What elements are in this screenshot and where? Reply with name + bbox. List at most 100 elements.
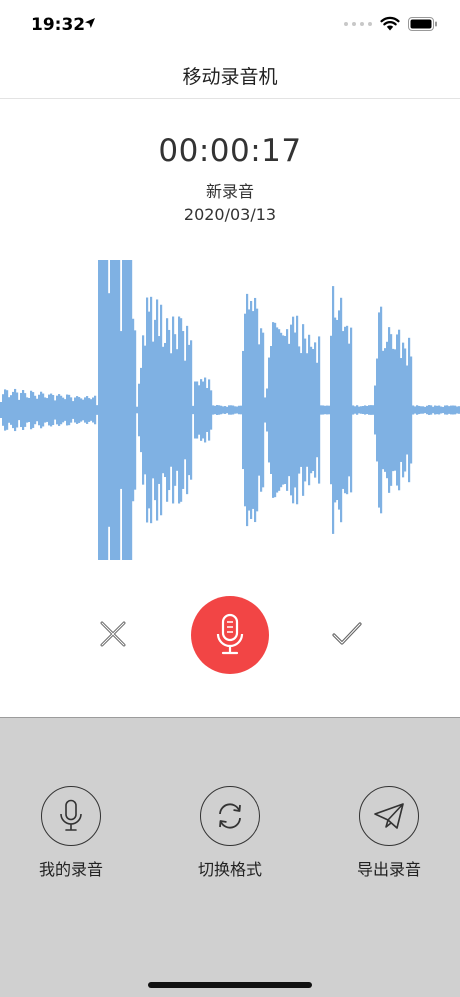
waveform-bar xyxy=(156,299,159,521)
waveform-bar xyxy=(188,344,191,476)
waveform-bar xyxy=(328,405,331,415)
waveform-bar xyxy=(164,342,167,478)
confirm-button[interactable] xyxy=(331,619,363,649)
switch-format-circle xyxy=(200,786,260,846)
switch-format-label: 切换格式 xyxy=(197,860,262,879)
waveform-bar xyxy=(366,405,369,415)
waveform-bar xyxy=(370,405,373,415)
waveform-bar xyxy=(400,358,403,462)
waveform-bar xyxy=(434,405,437,415)
waveform-bar xyxy=(170,353,173,467)
waveform-bar xyxy=(386,341,389,479)
waveform-bar xyxy=(334,317,337,503)
waveform-bar xyxy=(236,406,239,414)
waveform-bar xyxy=(364,405,367,415)
location-arrow-icon xyxy=(85,18,95,28)
close-x-icon xyxy=(100,621,126,647)
discard-button[interactable] xyxy=(98,619,128,649)
waveform-bar xyxy=(54,400,57,420)
waveform-bar xyxy=(198,385,201,435)
waveform-bar xyxy=(360,406,363,414)
switch-format-button[interactable]: 切换格式 xyxy=(175,786,285,880)
waveform-bar xyxy=(6,390,9,430)
waveform-bar xyxy=(92,397,95,423)
waveform-bar xyxy=(350,327,353,493)
cellular-signal-icon xyxy=(344,21,372,26)
waveform-bar xyxy=(368,405,371,415)
waveform-bar xyxy=(36,398,39,422)
waveform-bar xyxy=(176,349,179,471)
waveform-bar xyxy=(430,405,433,415)
waveform-bar xyxy=(30,390,33,430)
waveform-bar xyxy=(116,260,119,560)
waveform-bar xyxy=(84,397,87,423)
waveform-bar xyxy=(338,310,341,510)
export-recording-circle xyxy=(359,786,419,846)
waveform-bar xyxy=(168,329,171,491)
waveform-bar xyxy=(210,390,213,430)
waveform-bar xyxy=(88,398,91,422)
waveform-bar xyxy=(354,406,357,414)
waveform-bar xyxy=(408,337,411,483)
waveform-bar xyxy=(376,358,379,462)
waveform-bar xyxy=(166,318,169,502)
waveform-bar xyxy=(136,406,139,414)
waveform-bar xyxy=(110,260,113,560)
waveform-bar xyxy=(280,332,283,488)
waveform-bar xyxy=(46,398,49,422)
waveform-bar xyxy=(314,342,317,478)
waveform-bar xyxy=(128,260,131,560)
waveform-bar xyxy=(272,322,275,498)
waveform-bar xyxy=(446,405,449,415)
waveform-bar xyxy=(318,336,321,484)
waveform-bar xyxy=(206,388,209,432)
waveform-bar xyxy=(352,405,355,415)
my-recordings-button[interactable]: 我的录音 xyxy=(16,786,126,880)
record-button[interactable] xyxy=(191,596,269,674)
export-recording-button[interactable]: 导出录音 xyxy=(334,786,444,880)
waveform-bar xyxy=(392,348,395,472)
waveform-bar xyxy=(282,335,285,485)
waveform-bar xyxy=(146,297,149,523)
waveform-bar xyxy=(270,346,273,474)
waveform-bar xyxy=(244,313,247,507)
waveform-bar xyxy=(302,324,305,496)
waveform-bar xyxy=(346,325,349,495)
microphone-icon xyxy=(216,613,244,655)
waveform-bar xyxy=(348,343,351,477)
waveform-bar xyxy=(296,315,299,505)
waveform-bar xyxy=(132,318,135,502)
waveform-bar xyxy=(452,405,455,415)
waveform-bar xyxy=(60,395,63,425)
waveform-bar xyxy=(120,331,123,489)
waveform-bar xyxy=(34,395,37,425)
checkmark-icon xyxy=(332,622,362,645)
waveform-bar xyxy=(172,316,175,504)
waveform-bar xyxy=(126,260,129,560)
waveform-bar xyxy=(228,405,231,415)
waveform-bar xyxy=(278,329,281,491)
waveform-bar xyxy=(112,260,115,560)
waveform-bar xyxy=(420,406,423,414)
waveform-bar xyxy=(344,326,347,494)
status-time: 19:32 xyxy=(31,15,86,35)
waveform-bar xyxy=(310,346,313,474)
waveform-bar xyxy=(356,405,359,415)
waveform-bar xyxy=(114,260,117,560)
status-indicators xyxy=(344,16,438,31)
waveform-bar xyxy=(98,260,101,560)
waveform-bar xyxy=(10,395,13,425)
waveform-bar xyxy=(398,329,401,491)
waveform-bar xyxy=(252,311,255,509)
waveform-bar xyxy=(56,395,59,425)
waveform-bar xyxy=(362,406,365,414)
waveform-bar xyxy=(456,406,459,414)
waveform-bar xyxy=(214,405,217,415)
waveform-bar xyxy=(44,397,47,423)
waveform-bar xyxy=(448,406,451,414)
waveform-bar xyxy=(424,406,427,414)
waveform-bar xyxy=(288,343,291,477)
waveform-bar xyxy=(454,405,457,415)
waveform-bar xyxy=(240,405,243,415)
waveform-bar xyxy=(380,306,383,514)
